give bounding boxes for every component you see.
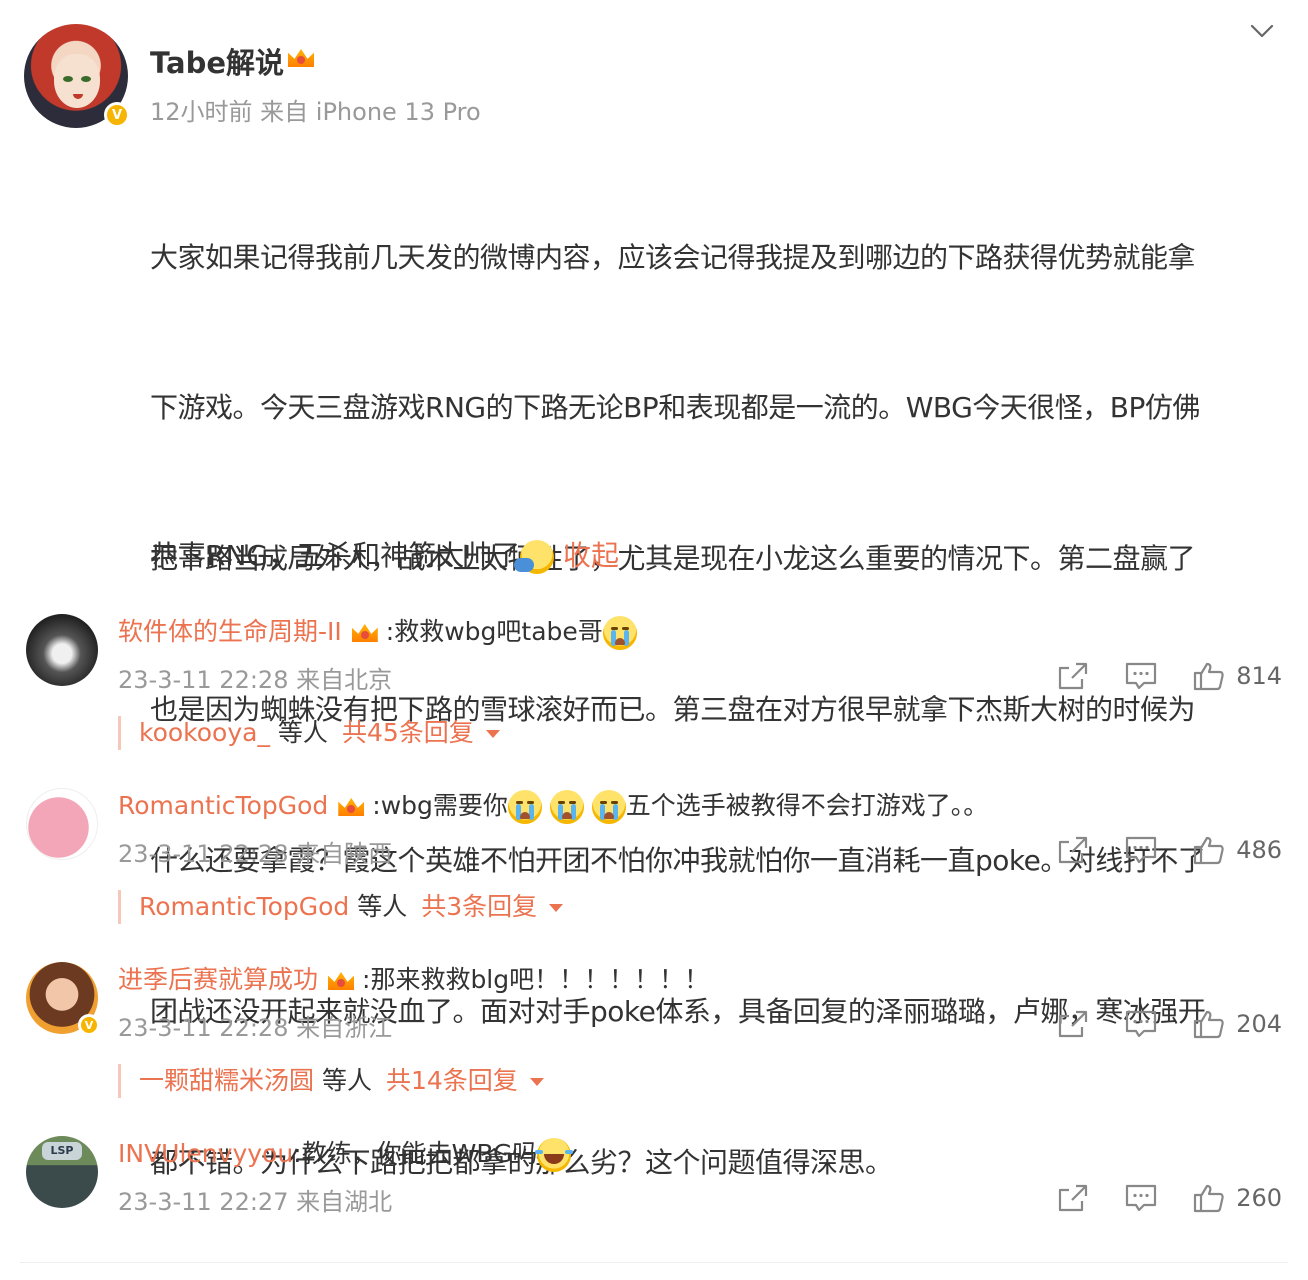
post-meta: 12小时前 来自 iPhone 13 Pro: [150, 98, 481, 126]
laugh-emoji-icon: [535, 1138, 574, 1172]
reply-suffix: 等人: [269, 718, 328, 747]
share-icon[interactable]: [1056, 1009, 1090, 1039]
comment-content: :那来救救blg吧！！！！！！！: [362, 965, 710, 994]
comment-meta: 23-3-11 22:28 来自北京: [118, 666, 393, 694]
post-body-line: 大家如果记得我前几天发的微博内容，应该会记得我提及到哪边的下路获得优势就能拿: [150, 240, 1196, 274]
reply-summary[interactable]: 一颗甜糯米汤圆 等人 共14条回复: [118, 1064, 544, 1098]
commenter-name[interactable]: RomanticTopGod: [118, 791, 328, 820]
comment-actions: 204: [1056, 1006, 1282, 1042]
crown-icon: [350, 620, 380, 646]
caret-down-icon: [549, 904, 564, 912]
crown-icon: [326, 968, 356, 994]
reply-suffix: 等人: [349, 892, 408, 921]
comment-actions: 260: [1056, 1180, 1282, 1216]
commenter-avatar[interactable]: [26, 614, 98, 686]
chevron-down-icon[interactable]: [1247, 20, 1277, 42]
verified-badge-icon: V: [78, 1014, 100, 1036]
comment-actions: 486: [1056, 832, 1282, 868]
caret-down-icon: [529, 1078, 544, 1086]
avatar-eye: [63, 76, 73, 82]
commenter-avatar[interactable]: V: [26, 962, 100, 1036]
comment-item: RomanticTopGod :wbg需要你 五个选手被教得不会打游戏了。。 23…: [0, 788, 1308, 962]
cry-emoji-icon: [602, 616, 637, 650]
comment-item: 软件体的生命周期-II :救救wbg吧tabe哥 23-3-11 22:28 来自…: [0, 614, 1308, 788]
commenter-name[interactable]: 软件体的生命周期-II: [118, 617, 342, 646]
divider: [20, 1262, 1288, 1263]
like-count: 204: [1236, 1010, 1282, 1038]
comment-meta: 23-3-11 22:27 来自湖北: [118, 1188, 393, 1216]
comment-item: LSP INVUlenvyyou:教练，你能去WBG吗 23-3-11 22:2…: [0, 1136, 1308, 1280]
comment-content: :救救wbg吧tabe哥: [385, 617, 603, 646]
post-body-line: 下游戏。今天三盘游戏RNG的下路无论BP和表现都是一流的。WBG今天很怪，BP仿…: [150, 391, 1200, 425]
reply-count[interactable]: 共45条回复: [342, 718, 474, 747]
like-icon[interactable]: [1192, 1183, 1226, 1213]
reply-count[interactable]: 共14条回复: [386, 1066, 518, 1095]
comment-icon[interactable]: [1124, 835, 1158, 865]
verified-badge-icon: V: [104, 102, 130, 128]
avatar-eye: [81, 76, 91, 82]
like-count: 260: [1236, 1184, 1282, 1212]
comment-content: :wbg需要你: [372, 791, 508, 820]
comment-meta: 23-3-11 22:28 来自陕西: [118, 840, 393, 868]
cry-emoji-icon: [507, 790, 542, 824]
reply-summary[interactable]: kookooya_ 等人 共45条回复: [118, 716, 500, 750]
reply-suffix: 等人: [314, 1066, 372, 1095]
reply-user[interactable]: kookooya_: [139, 718, 270, 747]
share-icon[interactable]: [1056, 661, 1090, 691]
comment-icon[interactable]: [1124, 661, 1158, 691]
author-name[interactable]: Tabe解说: [150, 40, 284, 82]
post-last-text: 恭喜RNG，五杀和神箭太帅了: [150, 539, 521, 572]
comment-icon[interactable]: [1124, 1009, 1158, 1039]
reply-count[interactable]: 共3条回复: [421, 892, 537, 921]
comment-text: INVUlenvyyou:教练，你能去WBG吗: [118, 1136, 574, 1172]
commenter-name[interactable]: INVUlenvyyou: [118, 1139, 293, 1168]
comment-item: V 进季后赛就算成功 :那来救救blg吧！！！！！！！ 23-3-11 22:28…: [0, 962, 1308, 1136]
commenter-name[interactable]: 进季后赛就算成功: [118, 965, 318, 994]
like-count: 814: [1236, 662, 1282, 690]
like-icon[interactable]: [1192, 835, 1226, 865]
share-icon[interactable]: [1056, 1183, 1090, 1213]
comment-text: 进季后赛就算成功 :那来救救blg吧！！！！！！！: [118, 962, 709, 998]
share-icon[interactable]: [1056, 835, 1090, 865]
comment-content-tail: 五个选手被教得不会打游戏了。。: [625, 791, 989, 820]
crown-icon: [286, 45, 316, 71]
comment-icon[interactable]: [1124, 1183, 1158, 1213]
commenter-avatar[interactable]: LSP: [26, 1136, 98, 1208]
wave-emoji-icon: [514, 540, 555, 574]
comment-content: :教练，你能去WBG吗: [293, 1139, 538, 1168]
post-last-line: 恭喜RNG，五杀和神箭太帅了 收起: [150, 534, 619, 578]
like-count: 486: [1236, 836, 1282, 864]
crown-icon: [336, 794, 366, 820]
author-avatar[interactable]: V: [24, 24, 130, 128]
comment-actions: 814: [1056, 658, 1282, 694]
cry-emoji-icon: [591, 790, 626, 824]
reply-user[interactable]: 一颗甜糯米汤圆: [139, 1066, 314, 1095]
like-icon[interactable]: [1192, 1009, 1226, 1039]
like-icon[interactable]: [1192, 661, 1226, 691]
avatar-face: [54, 54, 100, 108]
avatar-cap-text: LSP: [42, 1142, 82, 1160]
caret-down-icon: [485, 730, 500, 738]
avatar-mouth: [73, 94, 83, 99]
reply-summary[interactable]: RomanticTopGod 等人 共3条回复: [118, 890, 564, 924]
collapse-link[interactable]: 收起: [563, 539, 619, 572]
comment-meta: 23-3-11 22:28 来自浙江: [118, 1014, 393, 1042]
reply-user[interactable]: RomanticTopGod: [139, 892, 349, 921]
comment-text: RomanticTopGod :wbg需要你 五个选手被教得不会打游戏了。。: [118, 788, 988, 824]
cry-emoji-icon: [549, 790, 584, 824]
commenter-avatar[interactable]: [26, 788, 98, 860]
comment-text: 软件体的生命周期-II :救救wbg吧tabe哥: [118, 614, 637, 650]
